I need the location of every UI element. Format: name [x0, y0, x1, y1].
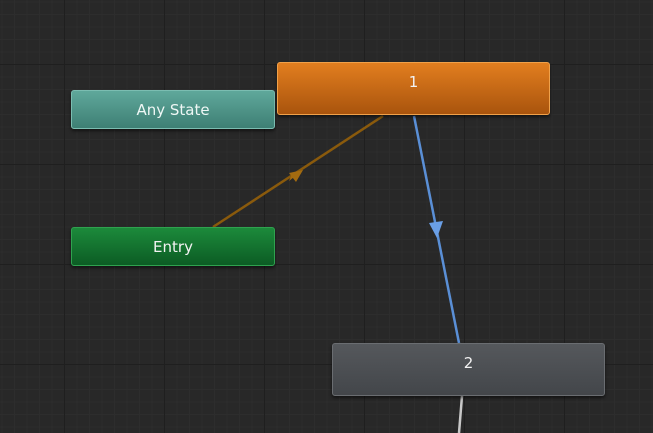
state-node-1[interactable]: 1 [277, 62, 550, 115]
transition-arrow-icon [429, 221, 443, 238]
node-label: 2 [463, 354, 474, 372]
node-label: Entry [153, 237, 193, 256]
any-state-node[interactable]: Any State [71, 90, 275, 129]
node-label: Any State [136, 100, 210, 119]
transition-2-outgoing[interactable] [457, 395, 464, 433]
state-machine-graph[interactable]: Any State Entry 1 2 [0, 0, 653, 433]
state-node-2[interactable]: 2 [332, 343, 605, 396]
node-label: 1 [408, 73, 419, 91]
entry-node[interactable]: Entry [71, 227, 275, 266]
